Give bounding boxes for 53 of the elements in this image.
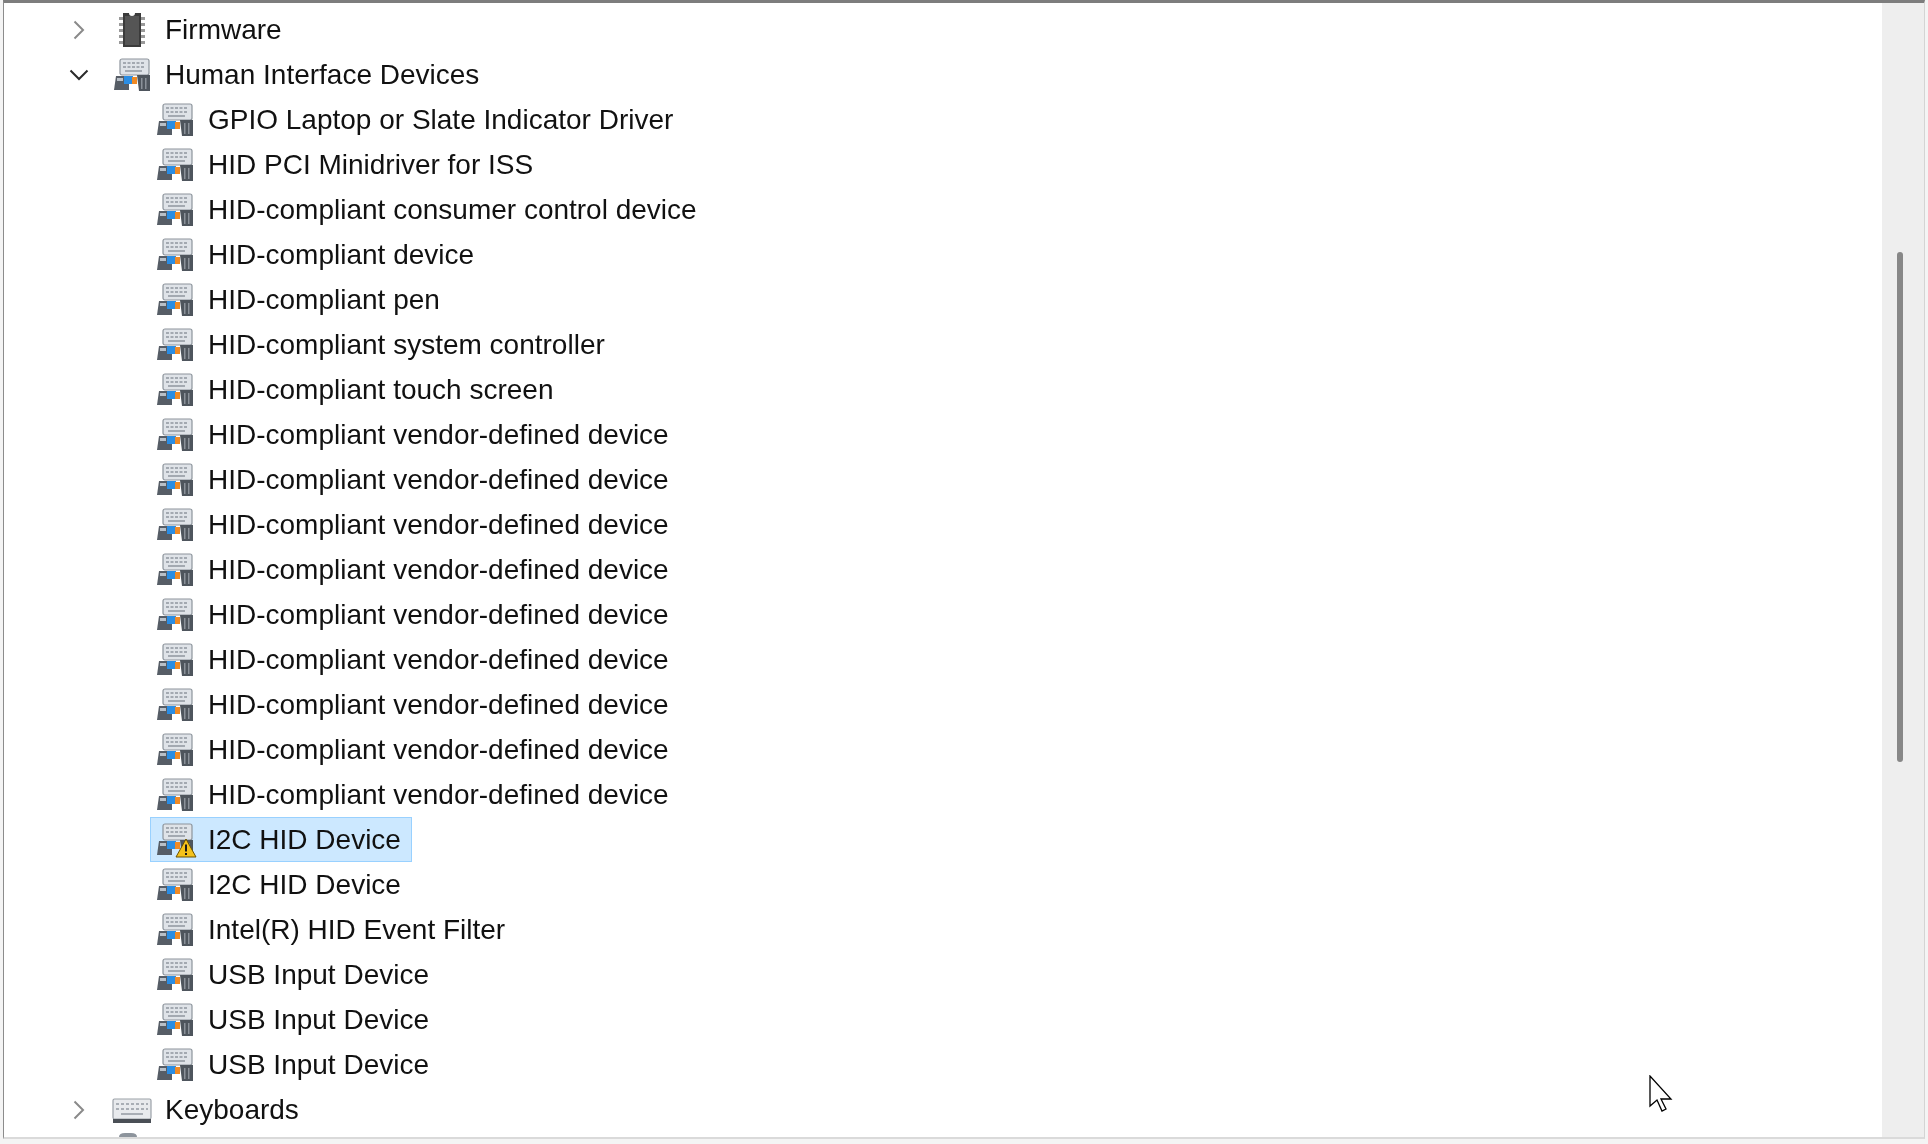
input-device-icon <box>155 507 195 542</box>
input-device-icon <box>155 732 195 767</box>
input-device-icon <box>155 867 195 902</box>
tree-item[interactable]: USB Input Device <box>150 1042 440 1087</box>
input-device-icon <box>155 462 195 497</box>
tree-item[interactable]: HID-compliant vendor-defined device <box>150 547 680 592</box>
tree-item[interactable]: HID-compliant vendor-defined device <box>150 412 680 457</box>
input-device-icon <box>155 282 195 317</box>
cut-off-icon <box>117 1132 139 1137</box>
tree-item[interactable]: HID-compliant device <box>150 232 486 277</box>
input-device-icon <box>155 327 195 362</box>
tree-item[interactable]: Intel(R) HID Event Filter <box>150 907 517 952</box>
scrollbar-thumb[interactable] <box>1897 252 1903 762</box>
tree-item[interactable]: HID-compliant vendor-defined device <box>150 637 680 682</box>
tree-item[interactable]: I2C HID Device <box>150 817 412 862</box>
input-device-icon <box>155 552 195 587</box>
tree-item[interactable]: HID-compliant vendor-defined device <box>150 502 680 547</box>
tree-item[interactable]: HID-compliant vendor-defined device <box>150 457 680 502</box>
input-device-icon <box>155 1002 195 1037</box>
input-device-icon <box>155 642 195 677</box>
tree-item[interactable]: HID-compliant vendor-defined device <box>150 727 680 772</box>
input-device-icon <box>155 102 195 137</box>
chevron-right-icon[interactable] <box>73 19 85 40</box>
tree-item[interactable]: I2C HID Device <box>150 862 412 907</box>
tree-item[interactable]: USB Input Device <box>150 997 440 1042</box>
tree-item[interactable]: HID-compliant consumer control device <box>150 187 708 232</box>
mouse-pointer-icon <box>1649 1075 1675 1115</box>
input-device-icon <box>155 957 195 992</box>
input-device-icon <box>155 687 195 722</box>
chevron-right-icon[interactable] <box>73 1099 85 1120</box>
tree-category[interactable]: Keyboards <box>107 1087 310 1132</box>
input-device-icon <box>155 372 195 407</box>
input-device-icon <box>155 237 195 272</box>
tree-item[interactable]: HID-compliant system controller <box>150 322 616 367</box>
tree-category[interactable]: Firmware <box>107 7 293 52</box>
tree-item[interactable]: GPIO Laptop or Slate Indicator Driver <box>150 97 685 142</box>
tree-item[interactable]: HID-compliant vendor-defined device <box>150 772 680 817</box>
tree-item[interactable]: USB Input Device <box>150 952 440 997</box>
input-device-icon <box>155 147 195 182</box>
chevron-down-icon[interactable] <box>69 68 89 81</box>
tree-item[interactable]: HID-compliant vendor-defined device <box>150 682 680 727</box>
input-device-icon <box>112 57 152 92</box>
input-device-icon <box>155 192 195 227</box>
input-device-icon <box>155 912 195 947</box>
input-device-icon <box>155 1047 195 1082</box>
tree-item[interactable]: HID-compliant pen <box>150 277 451 322</box>
tree-item[interactable]: HID PCI Minidriver for ISS <box>150 142 545 187</box>
input-device-icon <box>155 777 195 812</box>
input-device-icon <box>155 417 195 452</box>
tree-category[interactable]: Human Interface Devices <box>107 52 491 97</box>
tree-item[interactable]: HID-compliant touch screen <box>150 367 565 412</box>
tree-item[interactable]: HID-compliant vendor-defined device <box>150 592 680 637</box>
input-device-icon <box>155 597 195 632</box>
